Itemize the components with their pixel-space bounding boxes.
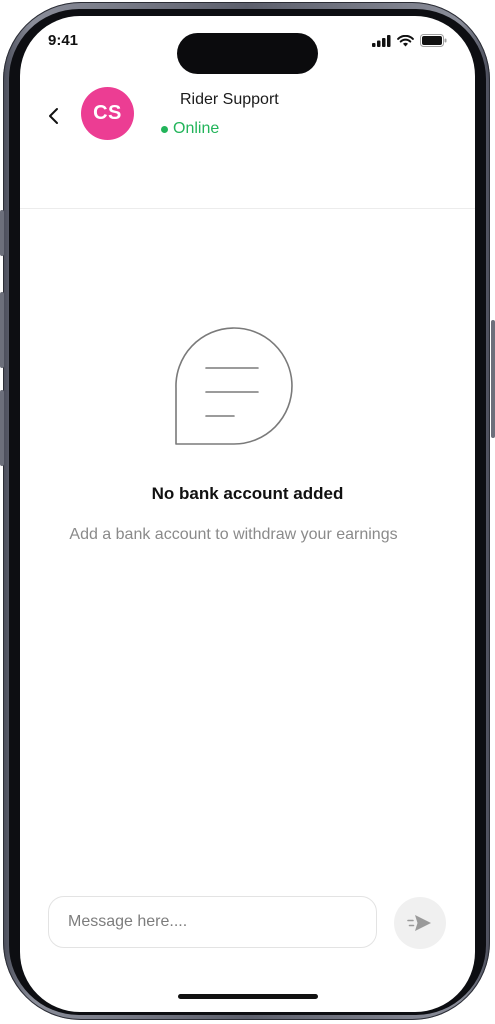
send-button[interactable]	[394, 897, 446, 949]
online-status: Online	[161, 120, 219, 138]
screen: 9:41 CS Rider Support Online No bank acc…	[20, 16, 475, 1012]
dynamic-island	[177, 33, 318, 74]
avatar[interactable]: CS	[81, 87, 134, 140]
online-status-label: Online	[173, 120, 220, 137]
empty-state-subtitle: Add a bank account to withdraw your earn…	[69, 526, 398, 543]
volume-down-button	[0, 390, 4, 466]
message-composer	[48, 896, 377, 948]
online-dot-icon	[161, 125, 168, 133]
home-indicator[interactable]	[178, 994, 318, 999]
signal-icon	[372, 34, 391, 47]
action-button	[0, 210, 4, 256]
power-button	[491, 320, 495, 438]
chevron-left-icon	[49, 108, 58, 124]
empty-state-title: No bank account added	[151, 484, 344, 503]
volume-up-button	[0, 292, 4, 368]
send-icon	[407, 915, 431, 931]
battery-icon	[420, 34, 447, 47]
chat-header: CS Rider Support Online	[20, 76, 475, 209]
status-icons	[372, 34, 447, 47]
wifi-icon	[397, 34, 414, 46]
status-time: 9:41	[48, 32, 79, 49]
chat-bubble-icon	[175, 327, 293, 445]
contact-name: Rider Support	[180, 91, 279, 108]
message-input[interactable]	[66, 912, 360, 932]
back-button[interactable]	[42, 104, 66, 128]
